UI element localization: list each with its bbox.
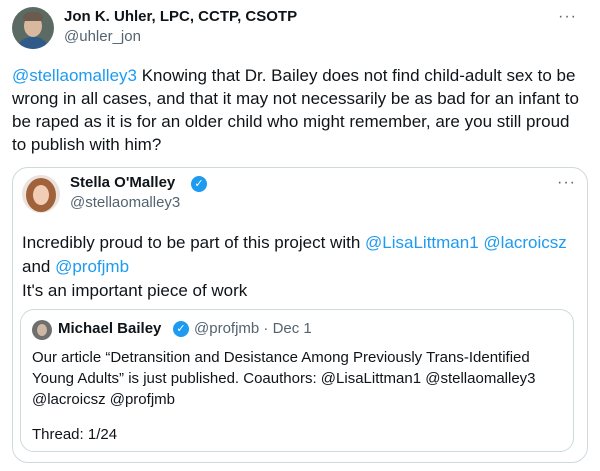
quoted-tweet-card[interactable]: Stella O'Malley ✓ @stellaomalley3 ··· In… — [12, 167, 588, 463]
author-name[interactable]: Jon K. Uhler, LPC, CCTP, CSOTP — [64, 8, 297, 25]
avatar-face — [33, 185, 49, 205]
thread-label[interactable]: Thread: 1/24 — [32, 426, 117, 443]
quote-text-line-3: It's an important piece of work — [22, 281, 248, 300]
quote-author-name[interactable]: Stella O'Malley — [70, 174, 175, 191]
inner-author-handle[interactable]: @profjmb — [194, 320, 259, 337]
more-dots-icon[interactable]: ··· — [558, 9, 577, 25]
avatar-hair — [23, 12, 43, 21]
inner-tweet-text: Our article “Detransition and Desistance… — [32, 349, 536, 408]
meta-separator: · — [263, 320, 269, 337]
verified-badge-icon: ✓ — [173, 321, 189, 337]
quote-text-and: and — [22, 257, 56, 276]
mention-link[interactable]: @lacroicsz — [483, 233, 566, 252]
mention-link[interactable]: @LisaLittman1 — [365, 233, 479, 252]
inner-author-meta: @profjmb · Dec 1 — [194, 320, 312, 337]
avatar-shirt — [17, 37, 49, 49]
inner-author-name[interactable]: Michael Bailey — [58, 320, 161, 337]
verified-badge-icon: ✓ — [191, 176, 207, 192]
author-handle[interactable]: @uhler_jon — [64, 28, 141, 45]
quote-text: Incredibly proud to be part of this proj… — [22, 231, 578, 303]
avatar-face — [37, 324, 47, 336]
avatar-jon-uhler[interactable] — [12, 7, 54, 49]
avatar-michael-bailey[interactable] — [32, 320, 52, 340]
quote-text-prefix: Incredibly proud to be part of this proj… — [22, 233, 366, 252]
mention-link[interactable]: @profjmb — [55, 257, 129, 276]
mention-link[interactable]: @stellaomalley3 — [12, 66, 137, 85]
more-dots-icon[interactable]: ··· — [557, 175, 576, 191]
inner-quoted-tweet-card[interactable]: Michael Bailey ✓ @profjmb · Dec 1 Our ar… — [20, 309, 574, 452]
inner-tweet-date[interactable]: Dec 1 — [273, 320, 312, 337]
tweet-text: @stellaomalley3 Knowing that Dr. Bailey … — [12, 64, 588, 156]
quote-author-handle[interactable]: @stellaomalley3 — [70, 194, 180, 211]
avatar-stella-omalley[interactable] — [22, 175, 60, 213]
